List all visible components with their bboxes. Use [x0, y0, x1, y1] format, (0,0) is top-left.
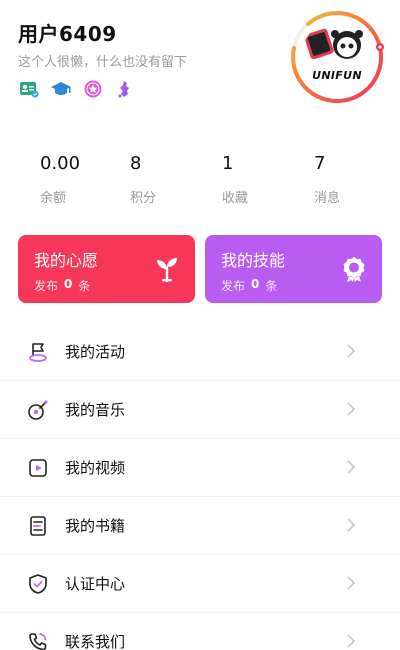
menu-item-videos[interactable]: 我的视频	[0, 439, 400, 497]
wish-card-count: 0	[64, 277, 73, 291]
chevron-right-icon	[347, 576, 356, 590]
panda-logo-icon	[304, 28, 363, 60]
video-icon	[26, 456, 50, 480]
stat-value: 8	[130, 153, 142, 174]
menu-list: 我的活动 我的音乐 我的视频 我的书籍 认证中心 联系我们	[0, 323, 400, 650]
stat-label: 积分	[130, 191, 157, 206]
menu-item-label: 我的书籍	[65, 517, 126, 535]
book-icon	[26, 514, 50, 538]
chevron-right-icon	[347, 344, 356, 358]
sprout-icon	[157, 258, 177, 283]
id-card-icon[interactable]	[18, 78, 40, 100]
menu-item-label: 认证中心	[65, 575, 126, 593]
stat-value: 1	[222, 153, 234, 174]
stats-row: 0.00 余额 8 积分 1 收藏 7 消息	[0, 135, 400, 219]
menu-item-certification[interactable]: 认证中心	[0, 555, 400, 613]
menu-item-label: 我的视频	[65, 459, 126, 477]
wish-card-suffix: 条	[78, 279, 91, 293]
award-icon	[343, 257, 365, 282]
avatar[interactable]: UNIFUN	[288, 8, 386, 106]
menu-item-label: 我的音乐	[65, 401, 126, 419]
map-icon[interactable]	[114, 78, 136, 100]
stat-value: 7	[314, 153, 326, 174]
menu-item-label: 联系我们	[65, 633, 126, 650]
flag-icon	[26, 340, 50, 364]
skill-card-suffix: 条	[265, 279, 278, 293]
menu-item-music[interactable]: 我的音乐	[0, 381, 400, 439]
menu-item-activities[interactable]: 我的活动	[0, 323, 400, 381]
stat-label: 收藏	[222, 191, 249, 206]
graduation-cap-icon[interactable]	[50, 78, 72, 100]
stat-label: 消息	[314, 191, 341, 206]
chevron-right-icon	[347, 402, 356, 416]
skill-card[interactable]: 我的技能 发布 0 条	[205, 235, 382, 303]
phone-icon	[26, 630, 50, 650]
menu-item-books[interactable]: 我的书籍	[0, 497, 400, 555]
wish-card-prefix: 发布	[34, 279, 59, 293]
avatar-image: UNIFUN	[301, 21, 373, 93]
chevron-right-icon	[347, 460, 356, 474]
stat-points[interactable]: 8 积分	[92, 153, 184, 219]
wish-card[interactable]: 我的心愿 发布 0 条	[18, 235, 195, 303]
feature-cards: 我的心愿 发布 0 条 我的技能 发布 0 条	[0, 219, 400, 303]
stat-messages[interactable]: 7 消息	[276, 153, 368, 219]
shield-check-icon	[26, 572, 50, 596]
skill-card-count: 0	[251, 277, 260, 291]
chevron-right-icon	[347, 518, 356, 532]
profile-header: 用户6409 这个人很懒，什么也没有留下 UNIFUN	[0, 0, 400, 135]
menu-item-contact[interactable]: 联系我们	[0, 613, 400, 650]
skill-card-prefix: 发布	[221, 279, 246, 293]
avatar-logo-text: UNIFUN	[312, 69, 362, 82]
menu-item-label: 我的活动	[65, 343, 126, 361]
chevron-right-icon	[347, 634, 356, 648]
stat-value: 0.00	[40, 153, 81, 174]
stat-label: 余额	[40, 191, 67, 206]
star-medal-icon[interactable]	[82, 78, 104, 100]
stat-balance[interactable]: 0.00 余额	[0, 153, 92, 219]
music-icon	[26, 398, 50, 422]
stat-favorites[interactable]: 1 收藏	[184, 153, 276, 219]
